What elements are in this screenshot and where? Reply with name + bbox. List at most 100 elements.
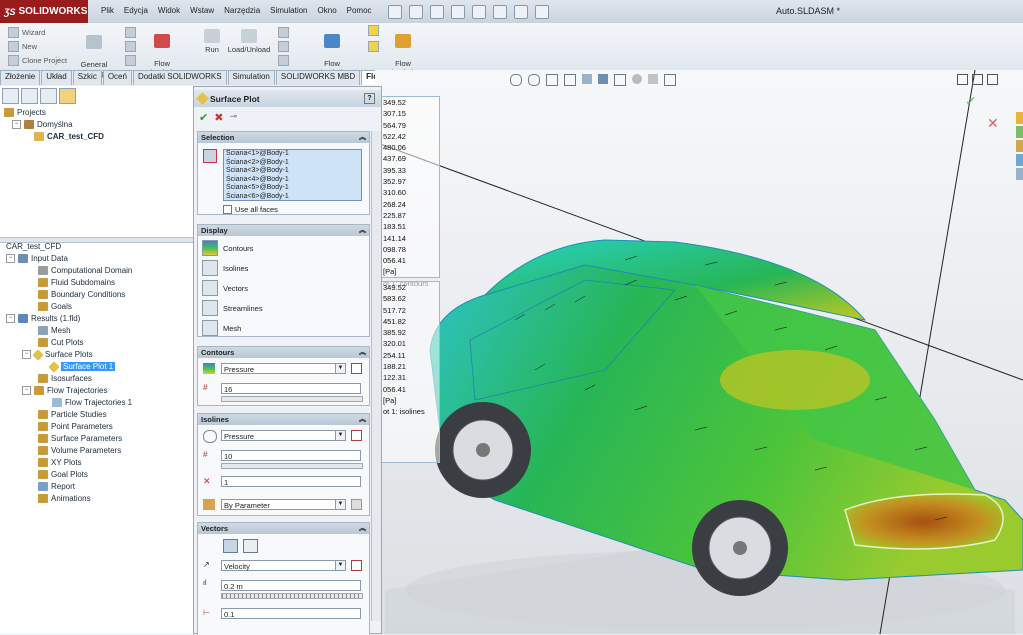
- options-icon[interactable]: [535, 5, 549, 19]
- design-library-icon[interactable]: [1016, 126, 1023, 138]
- tree-surface-parameters[interactable]: Surface Parameters: [38, 434, 122, 443]
- ok-check-icon[interactable]: ✔: [199, 111, 208, 124]
- color-settings-button[interactable]: [351, 363, 362, 374]
- vectors-2d-icon[interactable]: [223, 539, 238, 553]
- contours-legend[interactable]: 349.52 307.15 564.79 522.42 480.06 437.69 395.…: [380, 96, 440, 288]
- tree-goal-plots[interactable]: Goal Plots: [38, 470, 88, 479]
- isolines-width-input[interactable]: 1: [221, 476, 361, 487]
- tab-szkic[interactable]: Szkic: [72, 70, 102, 85]
- display-mesh[interactable]: Mesh: [202, 320, 241, 336]
- pm-scrollbar[interactable]: [371, 131, 381, 621]
- ribbon-tool-5[interactable]: [278, 41, 289, 52]
- ribbon-tool-1[interactable]: [125, 27, 136, 38]
- tab-dodatki[interactable]: Dodatki SOLIDWORKS: [132, 70, 227, 85]
- tree-cut-plots[interactable]: Cut Plots: [38, 338, 83, 347]
- face-item[interactable]: Ściana<1>@Body-1: [226, 150, 361, 159]
- tree-projects[interactable]: Projects: [4, 108, 46, 117]
- print-icon[interactable]: [451, 5, 465, 19]
- menu-widok[interactable]: Widok: [153, 4, 185, 17]
- new-project-button[interactable]: New: [8, 41, 37, 52]
- tree-project-car[interactable]: CAR_test_CFD: [34, 132, 104, 141]
- menu-edycja[interactable]: Edycja: [119, 4, 153, 17]
- tree-point-parameters[interactable]: Point Parameters: [38, 422, 113, 431]
- close-icon[interactable]: [987, 74, 998, 85]
- display-style-icon[interactable]: [598, 74, 608, 84]
- contours-levels-input[interactable]: 16: [221, 383, 361, 394]
- cancel-x-icon[interactable]: ✖: [214, 111, 223, 124]
- menu-okno[interactable]: Okno: [313, 4, 342, 17]
- zoom-area-icon[interactable]: [528, 74, 540, 86]
- contours-parameter-select[interactable]: Pressure ▼: [221, 363, 346, 374]
- tree-surface-plot-1[interactable]: Surface Plot 1: [48, 360, 116, 373]
- menu-plik[interactable]: Plik: [96, 4, 119, 17]
- vectors-spacing-input[interactable]: 0.2 m: [221, 580, 361, 591]
- view-palette-icon[interactable]: [1016, 154, 1023, 166]
- previous-view-icon[interactable]: [546, 74, 558, 86]
- isoline-color-swatch[interactable]: [351, 499, 362, 510]
- help-button[interactable]: ?: [364, 93, 375, 104]
- collapse-icon[interactable]: −: [22, 386, 31, 395]
- view-settings-icon[interactable]: [664, 74, 676, 86]
- ribbon-tool-3[interactable]: [125, 55, 136, 66]
- clone-project-button[interactable]: Clone Project: [8, 55, 67, 66]
- tree-surface-plots[interactable]: − Surface Plots: [22, 348, 93, 361]
- display-isolines[interactable]: Isolines: [202, 260, 248, 276]
- tree-isosurfaces[interactable]: Isosurfaces: [38, 374, 92, 383]
- contours-levels-slider[interactable]: [221, 396, 363, 402]
- undo-icon[interactable]: [472, 5, 486, 19]
- menu-narzedzia[interactable]: Narzędzia: [219, 4, 265, 17]
- vectors-spacing-slider[interactable]: [221, 593, 363, 599]
- tree-boundary-conditions[interactable]: Boundary Conditions: [38, 290, 125, 299]
- graphics-viewport[interactable]: ✓ ✕: [375, 70, 1023, 634]
- tab-zlozenie[interactable]: Złożenie: [0, 70, 41, 85]
- vectors-length-input[interactable]: 0.1: [221, 608, 361, 619]
- tree-results[interactable]: − Results (1.fld): [6, 314, 80, 323]
- contours-header[interactable]: Contours ︽: [198, 347, 369, 358]
- faces-listbox[interactable]: Ściana<1>@Body-1 Ściana<2>@Body-1 Ściana…: [223, 149, 362, 201]
- tab-uklad[interactable]: Układ: [41, 70, 72, 85]
- vectors-3d-icon[interactable]: [243, 539, 258, 553]
- property-manager-tab-icon[interactable]: [21, 88, 38, 104]
- menu-pomoc[interactable]: Pomoc: [342, 4, 377, 17]
- tree-goals[interactable]: Goals: [38, 302, 72, 311]
- tree-flow-trajectories-1[interactable]: Flow Trajectories 1: [52, 398, 132, 407]
- appearances-icon[interactable]: [1016, 168, 1023, 180]
- face-item[interactable]: Ściana<5>@Body-1: [226, 184, 361, 193]
- menu-wstaw[interactable]: Wstaw: [185, 4, 219, 17]
- ribbon-tool-4[interactable]: [278, 27, 289, 38]
- isolines-levels-slider[interactable]: [221, 463, 363, 469]
- rebuild-icon[interactable]: [514, 5, 528, 19]
- appearance-icon[interactable]: [632, 74, 642, 84]
- restore-icon[interactable]: [972, 74, 983, 85]
- hide-show-icon[interactable]: [614, 74, 626, 86]
- isolines-parameter-select[interactable]: Pressure ▼: [221, 430, 346, 441]
- display-streamlines[interactable]: Streamlines: [202, 300, 263, 316]
- config-manager-tab-icon[interactable]: [40, 88, 57, 104]
- run-button[interactable]: Run: [200, 29, 224, 54]
- tree-particle-studies[interactable]: Particle Studies: [38, 410, 107, 419]
- solidworks-logo[interactable]: ƷS SOLIDWORKS: [0, 0, 88, 23]
- isolines-color-mode-select[interactable]: By Parameter ▼: [221, 499, 346, 510]
- tree-mesh[interactable]: Mesh: [38, 326, 71, 335]
- open-icon[interactable]: [409, 5, 423, 19]
- tree-volume-parameters[interactable]: Volume Parameters: [38, 446, 121, 455]
- new-doc-icon[interactable]: [388, 5, 402, 19]
- tree-computational-domain[interactable]: Computational Domain: [38, 266, 132, 275]
- tree-config[interactable]: − Domyślna: [12, 120, 73, 129]
- zoom-fit-icon[interactable]: [510, 74, 522, 86]
- pushpin-icon[interactable]: ⊸: [229, 111, 237, 124]
- tab-ocen[interactable]: Oceń: [102, 70, 132, 85]
- minimize-icon[interactable]: [957, 74, 968, 85]
- flow-analysis-tab-icon[interactable]: [59, 88, 76, 104]
- save-icon[interactable]: [430, 5, 444, 19]
- collapse-icon[interactable]: −: [22, 350, 31, 359]
- section-view-icon[interactable]: [564, 74, 576, 86]
- collapse-icon[interactable]: −: [12, 120, 21, 129]
- isolines-header[interactable]: Isolines ︽: [198, 414, 369, 425]
- vectors-parameter-select[interactable]: Velocity ▼: [221, 560, 346, 571]
- select-icon[interactable]: [493, 5, 507, 19]
- vector-color-button[interactable]: [351, 560, 362, 571]
- file-explorer-icon[interactable]: [1016, 140, 1023, 152]
- wizard-button[interactable]: Wizard: [8, 27, 45, 38]
- face-item[interactable]: Ściana<6>@Body-1: [226, 193, 361, 200]
